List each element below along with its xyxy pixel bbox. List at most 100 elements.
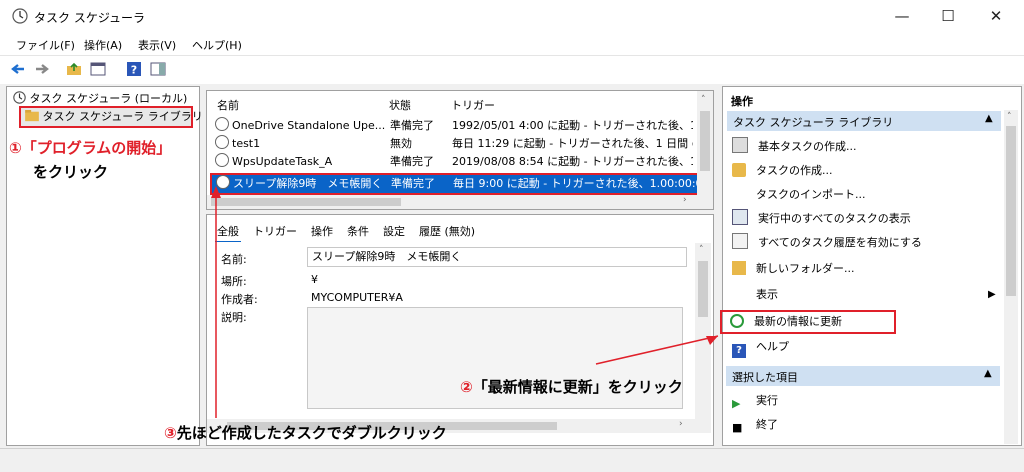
show-hide-tree-icon[interactable] [90, 61, 106, 77]
name-label: 名前: [221, 253, 247, 266]
author-value: MYCOMPUTER¥A [311, 291, 403, 304]
action-refresh[interactable]: 最新の情報に更新 [720, 310, 896, 334]
collapse-arrow-icon[interactable]: ▲ [985, 113, 993, 124]
menu-bar: ファイル(F) 操作(A) 表示(V) ヘルプ(H) [0, 34, 1024, 54]
table-row[interactable]: test1 無効 毎日 11:29 に起動 - トリガーされた後、1 日間 の間 [215, 135, 693, 153]
clock-icon [215, 117, 229, 131]
description-label: 説明: [221, 311, 247, 324]
forward-arrow-icon[interactable] [34, 61, 50, 77]
annotation-1-line2: をクリック [33, 163, 109, 181]
action-end[interactable]: ■ 終了 [732, 414, 1002, 436]
import-icon [732, 187, 746, 201]
menu-help[interactable]: ヘルプ(H) [192, 37, 242, 53]
author-label: 作成者: [221, 293, 258, 306]
tab-history[interactable]: 履歴 (無効) [419, 225, 475, 238]
location-value: ¥ [311, 273, 318, 286]
help-icon: ? [732, 344, 746, 358]
clock-icon [216, 175, 230, 189]
refresh-icon [730, 314, 744, 328]
table-row[interactable]: OneDrive Standalone Upe... 準備完了 1992/05/01… [215, 117, 693, 135]
details-pane: 全般 トリガー 操作 条件 設定 履歴 (無効) 名前: スリープ解除9時 メモ帳開く 場… [206, 214, 714, 446]
folder-up-icon[interactable] [66, 61, 82, 77]
scroll-thumb[interactable] [211, 198, 401, 206]
tree-root[interactable]: タスク スケジューラ (ローカル) [13, 90, 187, 106]
scroll-up-arrow-icon[interactable]: ˄ [699, 245, 704, 255]
submenu-arrow-icon: ▶ [988, 289, 996, 300]
section-selected-header[interactable]: 選択した項目 ▲ [726, 366, 1000, 386]
task-list-hscrollbar[interactable]: › [207, 195, 697, 209]
actions-vscrollbar[interactable]: ˄ [1004, 110, 1018, 444]
toolbar: ? [0, 55, 1024, 85]
window-title: タスク スケジューラ [34, 11, 145, 25]
annotation-3: ③先ほど作成したタスクでダブルクリック [164, 424, 447, 442]
section-library-header[interactable]: タスク スケジューラ ライブラリ ▲ [727, 111, 1001, 131]
title-bar: タスク スケジューラ — ☐ ✕ [0, 0, 1024, 32]
status-bar [0, 448, 1024, 472]
active-tab-indicator [215, 241, 241, 242]
minimize-button[interactable]: — [882, 4, 922, 28]
tab-trigger[interactable]: トリガー [253, 225, 297, 238]
close-button[interactable]: ✕ [976, 4, 1016, 28]
basic-task-icon [732, 137, 748, 153]
svg-text:?: ? [131, 64, 137, 77]
location-label: 場所: [221, 275, 247, 288]
actions-header: 操作 [731, 95, 753, 108]
stop-icon: ■ [732, 421, 743, 434]
back-arrow-icon[interactable] [10, 61, 26, 77]
tree-item-library[interactable]: タスク スケジューラ ライブラリ [19, 106, 203, 128]
tab-conditions[interactable]: 条件 [347, 225, 369, 238]
table-row-selected[interactable]: スリープ解除9時 メモ帳開く 準備完了 毎日 9:00 に起動 - トリガーされた後… [210, 173, 700, 195]
annotation-1-line1: ①「プログラムの開始」 [9, 139, 172, 157]
scroll-up-arrow-icon[interactable]: ˄ [701, 95, 706, 105]
tree-panel: タスク スケジューラ (ローカル) タスク スケジューラ ライブラリ ①「プログ… [6, 86, 203, 446]
clock-icon [215, 135, 229, 149]
history-icon [732, 233, 748, 249]
column-header-status[interactable]: 状態 [389, 97, 411, 113]
scroll-thumb[interactable] [1006, 126, 1016, 296]
annotation-2: ②「最新情報に更新」をクリック [460, 378, 683, 396]
menu-view[interactable]: 表示(V) [138, 37, 176, 53]
clock-app-icon [12, 8, 28, 24]
menu-file[interactable]: ファイル(F) [16, 37, 75, 53]
view-icon [732, 287, 746, 301]
help-icon[interactable]: ? [126, 61, 142, 77]
menu-action[interactable]: 操作(A) [84, 37, 122, 53]
task-list: 名前 状態 トリガー OneDrive Standalone Upe... 準備完… [206, 90, 714, 210]
tree-root-label: タスク スケジューラ (ローカル) [29, 92, 188, 105]
action-show-running-tasks[interactable]: 実行中のすべてのタスクの表示 [732, 208, 1002, 230]
details-tabs: 全般 トリガー 操作 条件 設定 履歴 (無効) [217, 223, 489, 239]
action-view[interactable]: 表示 ▶ [732, 284, 1002, 306]
maximize-button[interactable]: ☐ [928, 4, 968, 28]
folder-icon [25, 110, 39, 122]
tree-item-library-label: タスク スケジューラ ライブラリ [42, 110, 203, 123]
action-create-basic-task[interactable]: 基本タスクの作成... [732, 136, 1002, 158]
create-task-icon [732, 163, 746, 177]
action-import-task[interactable]: タスクのインポート... [732, 184, 1002, 206]
running-tasks-icon [732, 209, 748, 225]
clock-icon [13, 91, 26, 104]
clock-icon [215, 153, 229, 167]
scroll-thumb[interactable] [700, 111, 710, 171]
tab-settings[interactable]: 設定 [383, 225, 405, 238]
table-row[interactable]: WpsUpdateTask_A 準備完了 2019/08/08 8:54 に起動 -… [215, 153, 693, 171]
column-header-name[interactable]: 名前 [217, 97, 239, 113]
play-icon: ▶ [732, 397, 741, 410]
task-list-vscrollbar[interactable]: ˄ [697, 91, 713, 209]
new-folder-icon [732, 261, 746, 275]
tab-general[interactable]: 全般 [217, 225, 239, 238]
column-header-trigger[interactable]: トリガー [451, 97, 495, 113]
details-vscrollbar[interactable]: ˄ [695, 243, 711, 433]
action-enable-history[interactable]: すべてのタスク履歴を有効にする [732, 232, 1002, 254]
scroll-right-arrow-icon[interactable]: › [683, 195, 687, 205]
name-field[interactable]: スリープ解除9時 メモ帳開く [307, 247, 687, 267]
action-run[interactable]: ▶ 実行 [732, 390, 1002, 412]
tab-action[interactable]: 操作 [311, 225, 333, 238]
action-new-folder[interactable]: 新しいフォルダー... [732, 258, 1002, 280]
scroll-right-arrow-icon[interactable]: › [679, 419, 683, 429]
action-help[interactable]: ? ヘルプ [732, 336, 1002, 358]
scroll-up-arrow-icon[interactable]: ˄ [1007, 112, 1012, 122]
show-hide-action-pane-icon[interactable] [150, 61, 166, 77]
action-create-task[interactable]: タスクの作成... [732, 160, 1002, 182]
collapse-arrow-icon[interactable]: ▲ [984, 368, 992, 379]
scroll-thumb[interactable] [698, 261, 708, 317]
